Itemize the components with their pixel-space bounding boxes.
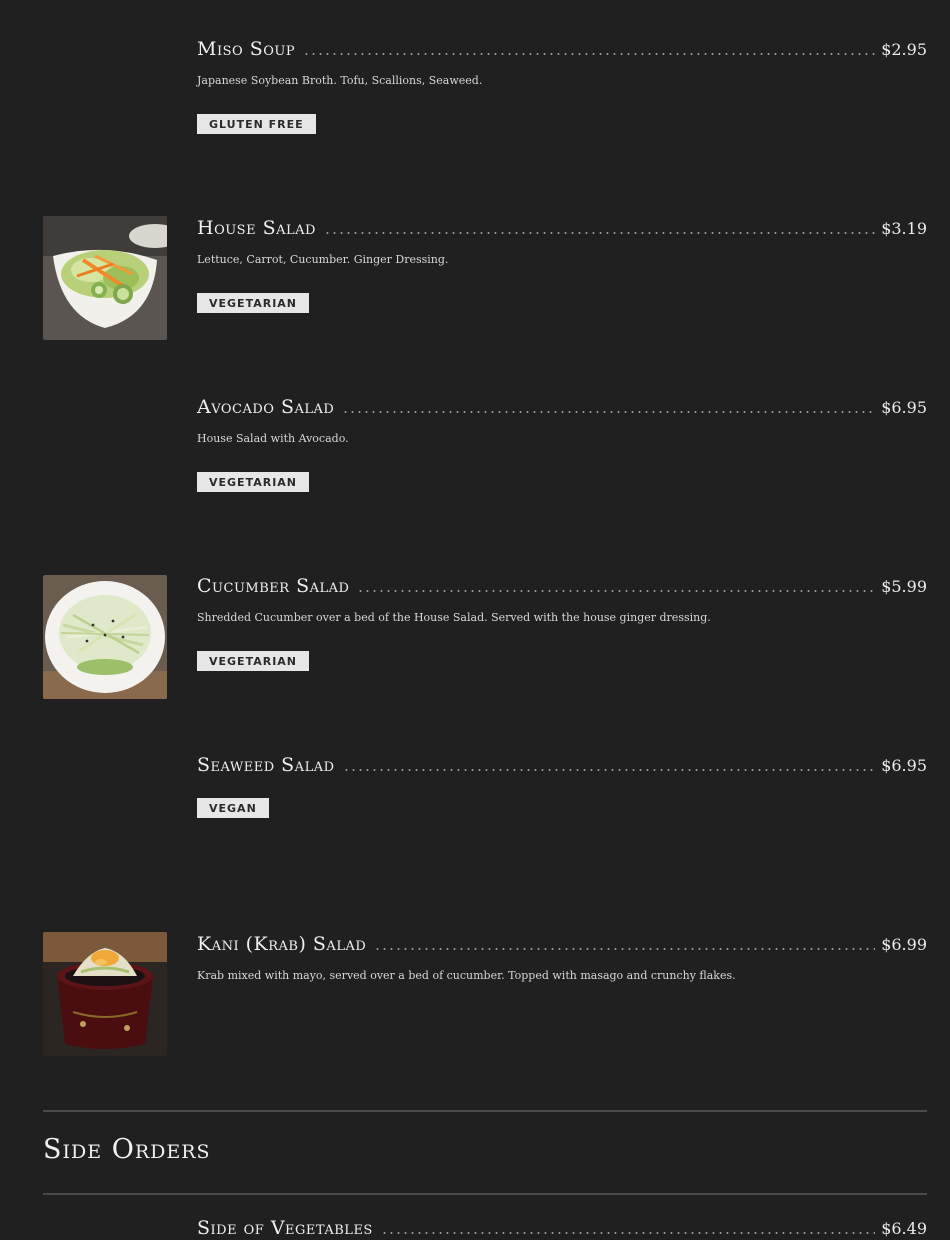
- item-title-row: Cucumber Salad $5.99: [197, 575, 927, 597]
- item-price: $6.49: [881, 1219, 927, 1238]
- item-name[interactable]: House Salad: [197, 217, 316, 239]
- item-title-row: Miso Soup $2.95: [197, 38, 927, 60]
- item-title-row: Kani (Krab) Salad $6.99: [197, 933, 927, 955]
- section-divider-top: [43, 1110, 927, 1112]
- item-title-row: Side of Vegetables $6.49: [197, 1217, 927, 1239]
- item-name[interactable]: Side of Vegetables: [197, 1217, 373, 1239]
- dotted-leader: [323, 232, 876, 234]
- item-name[interactable]: Cucumber Salad: [197, 575, 349, 597]
- dotted-leader: [303, 53, 876, 55]
- dotted-leader: [374, 948, 876, 950]
- cucumber-salad-photo[interactable]: [43, 575, 167, 699]
- menu-item-miso-soup[interactable]: Miso Soup $2.95 Japanese Soybean Broth. …: [43, 38, 927, 162]
- item-description: Japanese Soybean Broth. Tofu, Scallions,…: [197, 74, 483, 87]
- item-description: Lettuce, Carrot, Cucumber. Ginger Dressi…: [197, 253, 449, 266]
- diet-badge: VEGETARIAN: [197, 472, 310, 492]
- item-price: $6.95: [881, 398, 927, 417]
- menu-item-kani-salad[interactable]: Kani (Krab) Salad $6.99 Krab mixed with …: [43, 932, 927, 1057]
- diet-badge: VEGETARIAN: [197, 293, 310, 313]
- item-price: $5.99: [881, 577, 927, 596]
- diet-badge: VEGAN: [197, 798, 269, 818]
- kani-salad-photo[interactable]: [43, 932, 167, 1056]
- item-name[interactable]: Miso Soup: [197, 38, 295, 60]
- house-salad-photo[interactable]: [43, 216, 167, 340]
- item-name[interactable]: Seaweed Salad: [197, 754, 335, 776]
- item-description: House Salad with Avocado.: [197, 432, 349, 445]
- item-name[interactable]: Kani (Krab) Salad: [197, 933, 366, 955]
- menu-item-avocado-salad[interactable]: Avocado Salad $6.95 House Salad with Avo…: [43, 396, 927, 520]
- item-title-row: House Salad $3.19: [197, 217, 927, 239]
- dotted-leader: [380, 1232, 876, 1234]
- item-price: $6.99: [881, 935, 927, 954]
- dotted-leader: [342, 411, 876, 413]
- item-price: $3.19: [881, 219, 927, 238]
- menu-item-house-salad[interactable]: House Salad $3.19 Lettuce, Carrot, Cucum…: [43, 216, 927, 341]
- menu-item-cucumber-salad[interactable]: Cucumber Salad $5.99 Shredded Cucumber o…: [43, 575, 927, 699]
- item-title-row: Avocado Salad $6.95: [197, 396, 927, 418]
- menu-item-seaweed-salad[interactable]: Seaweed Salad $6.95 VEGAN: [43, 754, 927, 878]
- item-title-row: Seaweed Salad $6.95: [197, 754, 927, 776]
- dotted-leader: [342, 769, 876, 771]
- dotted-leader: [357, 590, 876, 592]
- section-divider-bottom: [43, 1193, 927, 1195]
- menu-item-side-of-vegetables[interactable]: Side of Vegetables $6.49: [43, 1217, 927, 1240]
- item-description: Krab mixed with mayo, served over a bed …: [197, 969, 736, 982]
- item-name[interactable]: Avocado Salad: [197, 396, 334, 418]
- item-price: $6.95: [881, 756, 927, 775]
- item-description: Shredded Cucumber over a bed of the Hous…: [197, 611, 711, 624]
- section-title: Side Orders: [43, 1134, 211, 1165]
- diet-badge: VEGETARIAN: [197, 651, 310, 671]
- diet-badge: GLUTEN FREE: [197, 114, 316, 134]
- item-price: $2.95: [881, 40, 927, 59]
